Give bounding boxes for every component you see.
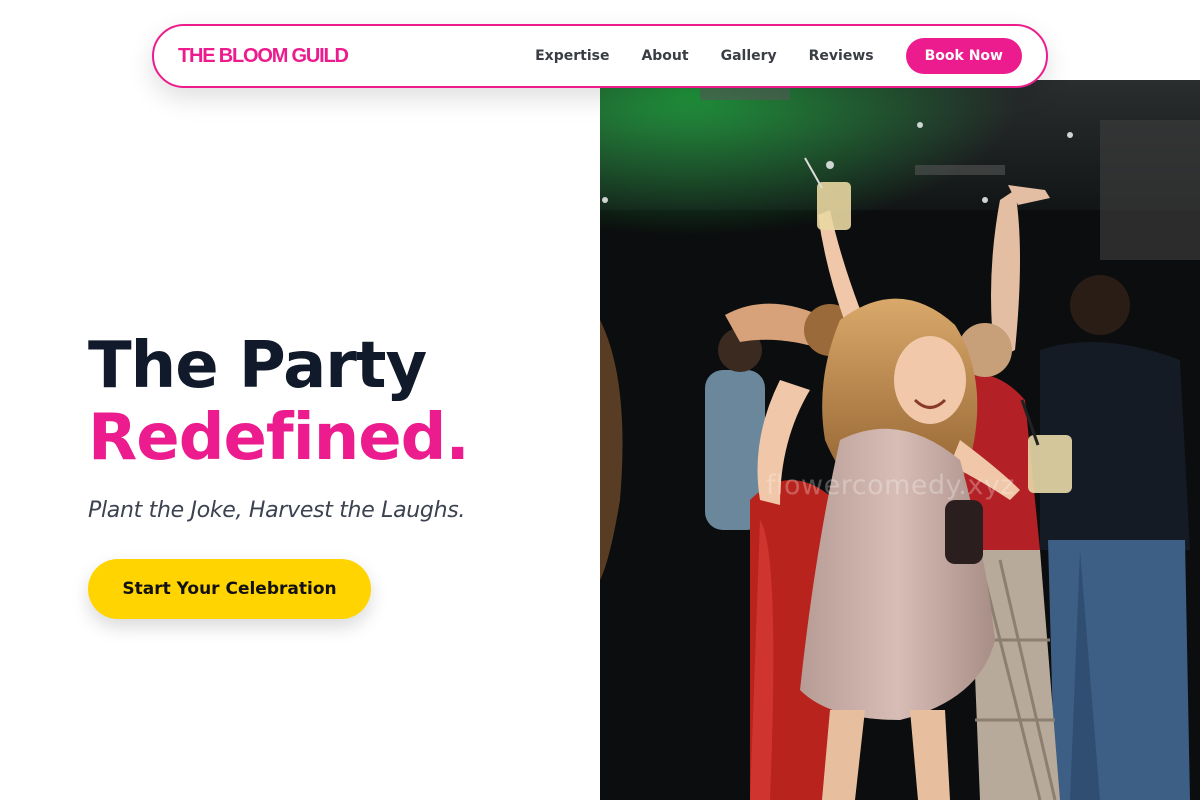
nav-link-reviews[interactable]: Reviews (809, 48, 874, 64)
hero-title-line-2: Redefined. (88, 401, 470, 475)
nav-link-expertise[interactable]: Expertise (535, 48, 609, 64)
start-celebration-button[interactable]: Start Your Celebration (88, 559, 371, 619)
navbar: THE BLOOM GUILD Expertise About Gallery … (152, 24, 1048, 88)
book-now-button[interactable]: Book Now (905, 38, 1022, 74)
nav-link-about[interactable]: About (641, 48, 688, 64)
hero-photo: flowercomedy.xyz (600, 80, 1200, 800)
hero-title: The Party Redefined. (88, 330, 588, 474)
party-dancers-photo (600, 80, 1200, 800)
hero-tagline: Plant the Joke, Harvest the Laughs. (88, 498, 466, 523)
hero-title-line-1: The Party (88, 329, 427, 403)
brand-logo[interactable]: THE BLOOM GUILD (178, 45, 349, 68)
nav-link-gallery[interactable]: Gallery (721, 48, 777, 64)
hero-section: The Party Redefined. Plant the Joke, Har… (88, 330, 588, 619)
nav-links: Expertise About Gallery Reviews Book Now (535, 38, 1022, 74)
photo-watermark: flowercomedy.xyz (766, 470, 1015, 501)
